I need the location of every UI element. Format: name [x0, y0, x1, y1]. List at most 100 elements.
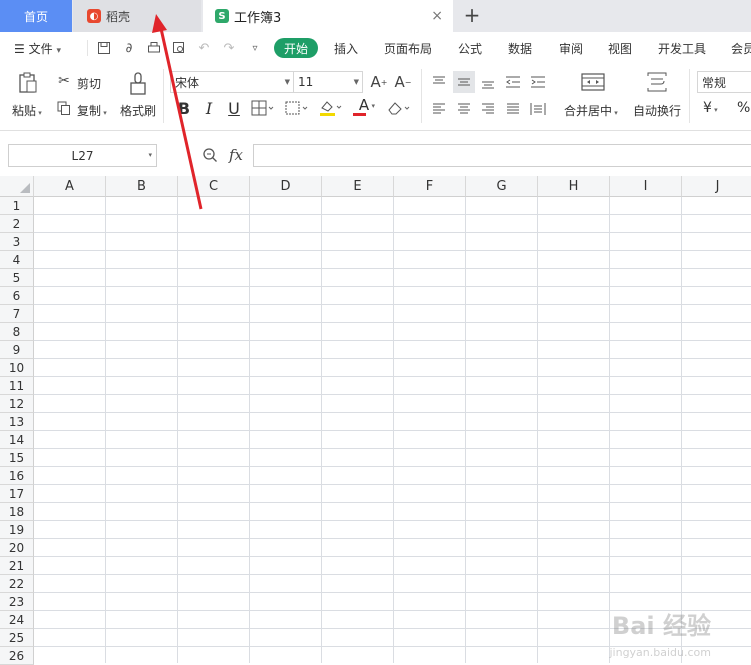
menu-tab-start[interactable]: 开始	[274, 38, 318, 58]
row-header[interactable]: 3	[0, 233, 34, 251]
percent-format-button[interactable]: %	[737, 100, 750, 116]
align-top-icon[interactable]	[430, 73, 448, 91]
formula-input[interactable]	[253, 144, 751, 167]
row-header[interactable]: 25	[0, 629, 34, 647]
row-header[interactable]: 22	[0, 575, 34, 593]
column-header[interactable]: F	[394, 176, 466, 197]
tab-home[interactable]: 首页	[0, 0, 72, 32]
merge-cells-icon[interactable]	[580, 71, 606, 93]
column-header[interactable]: B	[106, 176, 178, 197]
column-header[interactable]: J	[682, 176, 751, 197]
menu-tab-member[interactable]: 会员	[731, 40, 751, 57]
cell-area[interactable]	[34, 197, 751, 663]
row-header[interactable]: 18	[0, 503, 34, 521]
distributed-align-icon[interactable]	[529, 100, 547, 118]
tab-docer[interactable]: ◐ 稻壳	[73, 0, 201, 32]
paste-button[interactable]: 粘贴 ▾	[12, 102, 42, 119]
print-preview-icon[interactable]	[171, 40, 187, 56]
file-menu[interactable]: ☰ 文件 ▾	[14, 40, 61, 57]
column-header[interactable]: G	[466, 176, 538, 197]
number-format-select[interactable]: 常规	[697, 71, 751, 93]
row-header[interactable]: 19	[0, 521, 34, 539]
row-header[interactable]: 16	[0, 467, 34, 485]
scissors-icon[interactable]: ✂	[56, 73, 72, 89]
redo-icon[interactable]: ↷	[221, 40, 237, 56]
font-name-select[interactable]: 宋体 ▼	[170, 71, 294, 93]
customize-toolbar-icon[interactable]: ▿	[247, 40, 263, 56]
row-header[interactable]: 15	[0, 449, 34, 467]
menu-tab-formulas[interactable]: 公式	[458, 40, 482, 57]
merge-center-button[interactable]: 合并居中 ▾	[564, 102, 618, 119]
wrap-text-button[interactable]: 自动换行	[633, 102, 681, 119]
print-icon[interactable]	[146, 40, 162, 56]
column-header[interactable]: C	[178, 176, 250, 197]
align-bottom-icon[interactable]	[479, 73, 497, 91]
copy-button[interactable]: 复制 ▾	[77, 102, 107, 119]
column-header[interactable]: I	[610, 176, 682, 197]
link-icon[interactable]: ∂	[121, 40, 137, 56]
row-header[interactable]: 13	[0, 413, 34, 431]
row-header[interactable]: 24	[0, 611, 34, 629]
row-header[interactable]: 1	[0, 197, 34, 215]
row-header[interactable]: 17	[0, 485, 34, 503]
copy-icon[interactable]	[56, 100, 72, 116]
save-icon[interactable]	[96, 40, 112, 56]
fill-color-icon[interactable]	[318, 99, 344, 117]
row-header[interactable]: 4	[0, 251, 34, 269]
wrap-text-icon[interactable]	[645, 71, 669, 93]
row-header[interactable]: 10	[0, 359, 34, 377]
justify-icon[interactable]	[504, 100, 522, 118]
format-painter-icon[interactable]	[127, 71, 149, 97]
row-header[interactable]: 5	[0, 269, 34, 287]
clear-format-icon[interactable]	[385, 99, 413, 117]
increase-indent-icon[interactable]	[529, 73, 547, 91]
format-painter-button[interactable]: 格式刷	[120, 102, 156, 119]
row-header[interactable]: 11	[0, 377, 34, 395]
column-header[interactable]: A	[34, 176, 106, 197]
row-header[interactable]: 12	[0, 395, 34, 413]
cut-button[interactable]: 剪切	[77, 75, 101, 92]
italic-button[interactable]: I	[200, 99, 218, 118]
font-size-select[interactable]: 11 ▼	[293, 71, 363, 93]
menu-tab-developer[interactable]: 开发工具	[658, 40, 706, 57]
align-left-icon[interactable]	[430, 100, 448, 118]
underline-button[interactable]: U	[225, 99, 243, 118]
row-header[interactable]: 23	[0, 593, 34, 611]
decrease-indent-icon[interactable]	[504, 73, 522, 91]
currency-format-button[interactable]: ¥ ▾	[703, 100, 718, 116]
borders-icon[interactable]	[250, 99, 276, 117]
decrease-font-size-icon[interactable]: A −	[394, 73, 412, 91]
align-middle-icon[interactable]	[453, 71, 475, 93]
cell-style-icon[interactable]	[284, 99, 310, 117]
font-color-button[interactable]: A ▾	[351, 96, 377, 117]
row-header[interactable]: 21	[0, 557, 34, 575]
row-header[interactable]: 20	[0, 539, 34, 557]
column-header[interactable]: D	[250, 176, 322, 197]
row-header[interactable]: 7	[0, 305, 34, 323]
undo-icon[interactable]: ↶	[196, 40, 212, 56]
bold-button[interactable]: B	[175, 99, 193, 118]
name-box[interactable]: L27 ▾	[8, 144, 157, 167]
zoom-icon[interactable]	[201, 146, 219, 164]
row-header[interactable]: 6	[0, 287, 34, 305]
row-header[interactable]: 8	[0, 323, 34, 341]
row-header[interactable]: 14	[0, 431, 34, 449]
insert-function-button[interactable]: fx	[229, 146, 243, 164]
menu-tab-insert[interactable]: 插入	[334, 40, 358, 57]
menu-tab-view[interactable]: 视图	[608, 40, 632, 57]
align-center-icon[interactable]	[455, 100, 473, 118]
select-all-corner[interactable]	[0, 176, 34, 197]
new-tab-button[interactable]: +	[461, 3, 483, 27]
increase-font-size-icon[interactable]: A +	[370, 73, 388, 91]
row-header[interactable]: 26	[0, 647, 34, 665]
column-header[interactable]: H	[538, 176, 610, 197]
row-header[interactable]: 9	[0, 341, 34, 359]
menu-tab-page-layout[interactable]: 页面布局	[384, 40, 432, 57]
column-header[interactable]: E	[322, 176, 394, 197]
align-right-icon[interactable]	[479, 100, 497, 118]
paste-icon[interactable]	[17, 71, 39, 95]
menu-tab-data[interactable]: 数据	[508, 40, 532, 57]
tab-workbook[interactable]: S 工作簿3 ×	[203, 0, 453, 32]
close-tab-icon[interactable]: ×	[431, 8, 443, 24]
menu-tab-review[interactable]: 审阅	[559, 40, 583, 57]
